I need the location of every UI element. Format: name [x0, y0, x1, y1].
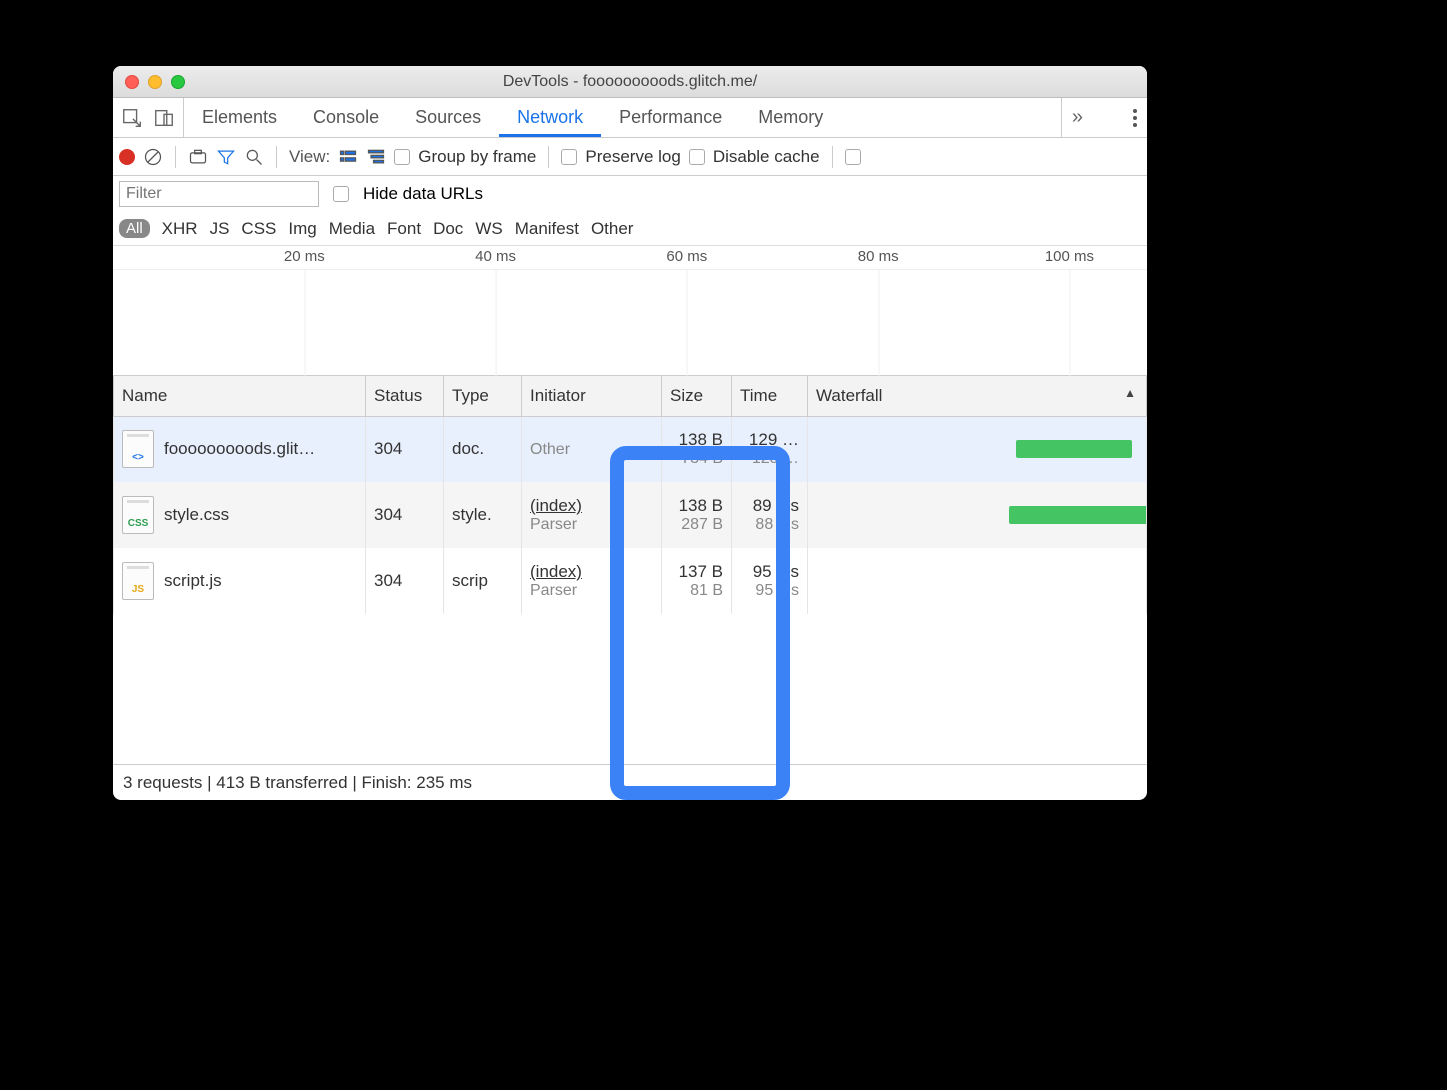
tab-elements[interactable]: Elements	[184, 98, 295, 137]
time-cell: 95 ms95 ms	[732, 548, 808, 614]
waterfall-cell	[808, 416, 1147, 482]
hide-data-urls-label: Hide data URLs	[363, 184, 483, 204]
window-title: DevTools - fooooooooods.glitch.me/	[113, 73, 1147, 91]
timeline-tick: 60 ms	[666, 248, 707, 265]
settings-menu-icon[interactable]	[1133, 116, 1137, 120]
status-cell: 304	[366, 548, 444, 614]
initiator-cell[interactable]: (index)Parser	[522, 548, 662, 614]
type-filter-js[interactable]: JS	[210, 219, 230, 239]
type-cell: scrip	[444, 548, 522, 614]
titlebar: DevTools - fooooooooods.glitch.me/	[113, 66, 1147, 98]
preserve-log-checkbox[interactable]	[561, 149, 577, 165]
requests-table: NameStatusTypeInitiatorSizeTimeWaterfall…	[113, 376, 1147, 764]
network-toolbar: View: Group by frame Preserve log Disabl…	[113, 138, 1147, 176]
type-filter-font[interactable]: Font	[387, 219, 421, 239]
file-type-icon: <>	[122, 430, 154, 468]
waterfall-cell	[808, 482, 1147, 548]
column-header-size[interactable]: Size	[662, 376, 732, 416]
tab-memory[interactable]: Memory	[740, 98, 841, 137]
devtools-window: DevTools - fooooooooods.glitch.me/ Eleme…	[113, 66, 1147, 800]
size-cell: 138 B287 B	[662, 482, 732, 548]
request-name: fooooooooods.glit…	[164, 439, 315, 459]
panel-tabs-bar: ElementsConsoleSourcesNetworkPerformance…	[113, 98, 1147, 138]
clear-button[interactable]	[143, 147, 163, 167]
filter-bar: Hide data URLs	[113, 176, 1147, 212]
type-filter-all[interactable]: All	[119, 219, 150, 238]
type-filter-img[interactable]: Img	[288, 219, 316, 239]
column-header-type[interactable]: Type	[444, 376, 522, 416]
filter-input[interactable]	[119, 181, 319, 207]
timeline-tick: 80 ms	[858, 248, 899, 265]
table-row[interactable]: CSS style.css 304style.(index)Parser138 B2…	[114, 482, 1147, 548]
column-header-name[interactable]: Name	[114, 376, 366, 416]
device-toolbar-icon[interactable]	[153, 107, 175, 129]
status-cell: 304	[366, 482, 444, 548]
waterfall-bar	[1016, 440, 1132, 458]
column-header-waterfall[interactable]: Waterfall	[808, 376, 1147, 416]
timeline-tick: 40 ms	[475, 248, 516, 265]
hide-data-urls-checkbox[interactable]	[333, 186, 349, 202]
more-panels-button[interactable]: »	[1072, 106, 1083, 129]
type-filter-xhr[interactable]: XHR	[162, 219, 198, 239]
type-filter-css[interactable]: CSS	[241, 219, 276, 239]
table-row[interactable]: JS script.js 304scrip(index)Parser137 B81 …	[114, 548, 1147, 614]
initiator-cell[interactable]: (index)Parser	[522, 482, 662, 548]
waterfall-cell	[808, 548, 1147, 614]
status-cell: 304	[366, 416, 444, 482]
type-filter-other[interactable]: Other	[591, 219, 634, 239]
capture-screenshots-icon[interactable]	[188, 147, 208, 167]
tab-sources[interactable]: Sources	[397, 98, 499, 137]
type-cell: style.	[444, 482, 522, 548]
column-header-initiator[interactable]: Initiator	[522, 376, 662, 416]
timeline-tick: 100 ms	[1045, 248, 1094, 265]
type-filter-doc[interactable]: Doc	[433, 219, 463, 239]
disable-cache-checkbox[interactable]	[689, 149, 705, 165]
request-name: script.js	[164, 571, 222, 591]
request-name: style.css	[164, 505, 229, 525]
group-by-frame-checkbox[interactable]	[394, 149, 410, 165]
status-bar: 3 requests | 413 B transferred | Finish:…	[113, 764, 1147, 800]
status-summary: 3 requests | 413 B transferred | Finish:…	[123, 773, 472, 793]
file-type-icon: CSS	[122, 496, 154, 534]
offline-checkbox[interactable]	[845, 149, 861, 165]
timeline-tick: 20 ms	[284, 248, 325, 265]
disable-cache-label: Disable cache	[713, 147, 820, 167]
waterfall-bar	[1009, 506, 1146, 524]
type-filter-ws[interactable]: WS	[475, 219, 502, 239]
column-header-status[interactable]: Status	[366, 376, 444, 416]
search-icon[interactable]	[244, 147, 264, 167]
time-cell: 129 …128 …	[732, 416, 808, 482]
group-by-frame-label: Group by frame	[418, 147, 536, 167]
type-filter-media[interactable]: Media	[329, 219, 375, 239]
timeline-overview[interactable]: 20 ms 40 ms 60 ms 80 ms 100 ms	[113, 246, 1147, 376]
tab-network[interactable]: Network	[499, 98, 601, 137]
size-cell: 138 B734 B	[662, 416, 732, 482]
initiator-cell[interactable]: Other	[522, 416, 662, 482]
tab-console[interactable]: Console	[295, 98, 397, 137]
time-cell: 89 ms88 ms	[732, 482, 808, 548]
type-cell: doc.	[444, 416, 522, 482]
inspect-element-icon[interactable]	[121, 107, 143, 129]
preserve-log-label: Preserve log	[585, 147, 680, 167]
type-filter-bar: All XHR JS CSS Img Media Font Doc WS Manifest Othe…	[113, 212, 1147, 246]
record-button[interactable]	[119, 149, 135, 165]
type-filter-manifest[interactable]: Manifest	[515, 219, 579, 239]
file-type-icon: JS	[122, 562, 154, 600]
column-header-time[interactable]: Time	[732, 376, 808, 416]
large-rows-icon[interactable]	[338, 147, 358, 167]
tab-performance[interactable]: Performance	[601, 98, 740, 137]
view-label: View:	[289, 147, 330, 167]
table-row[interactable]: <> fooooooooods.glit… 304doc.Other138 B734…	[114, 416, 1147, 482]
filter-toggle-icon[interactable]	[216, 147, 236, 167]
size-cell: 137 B81 B	[662, 548, 732, 614]
overview-icon[interactable]	[366, 147, 386, 167]
